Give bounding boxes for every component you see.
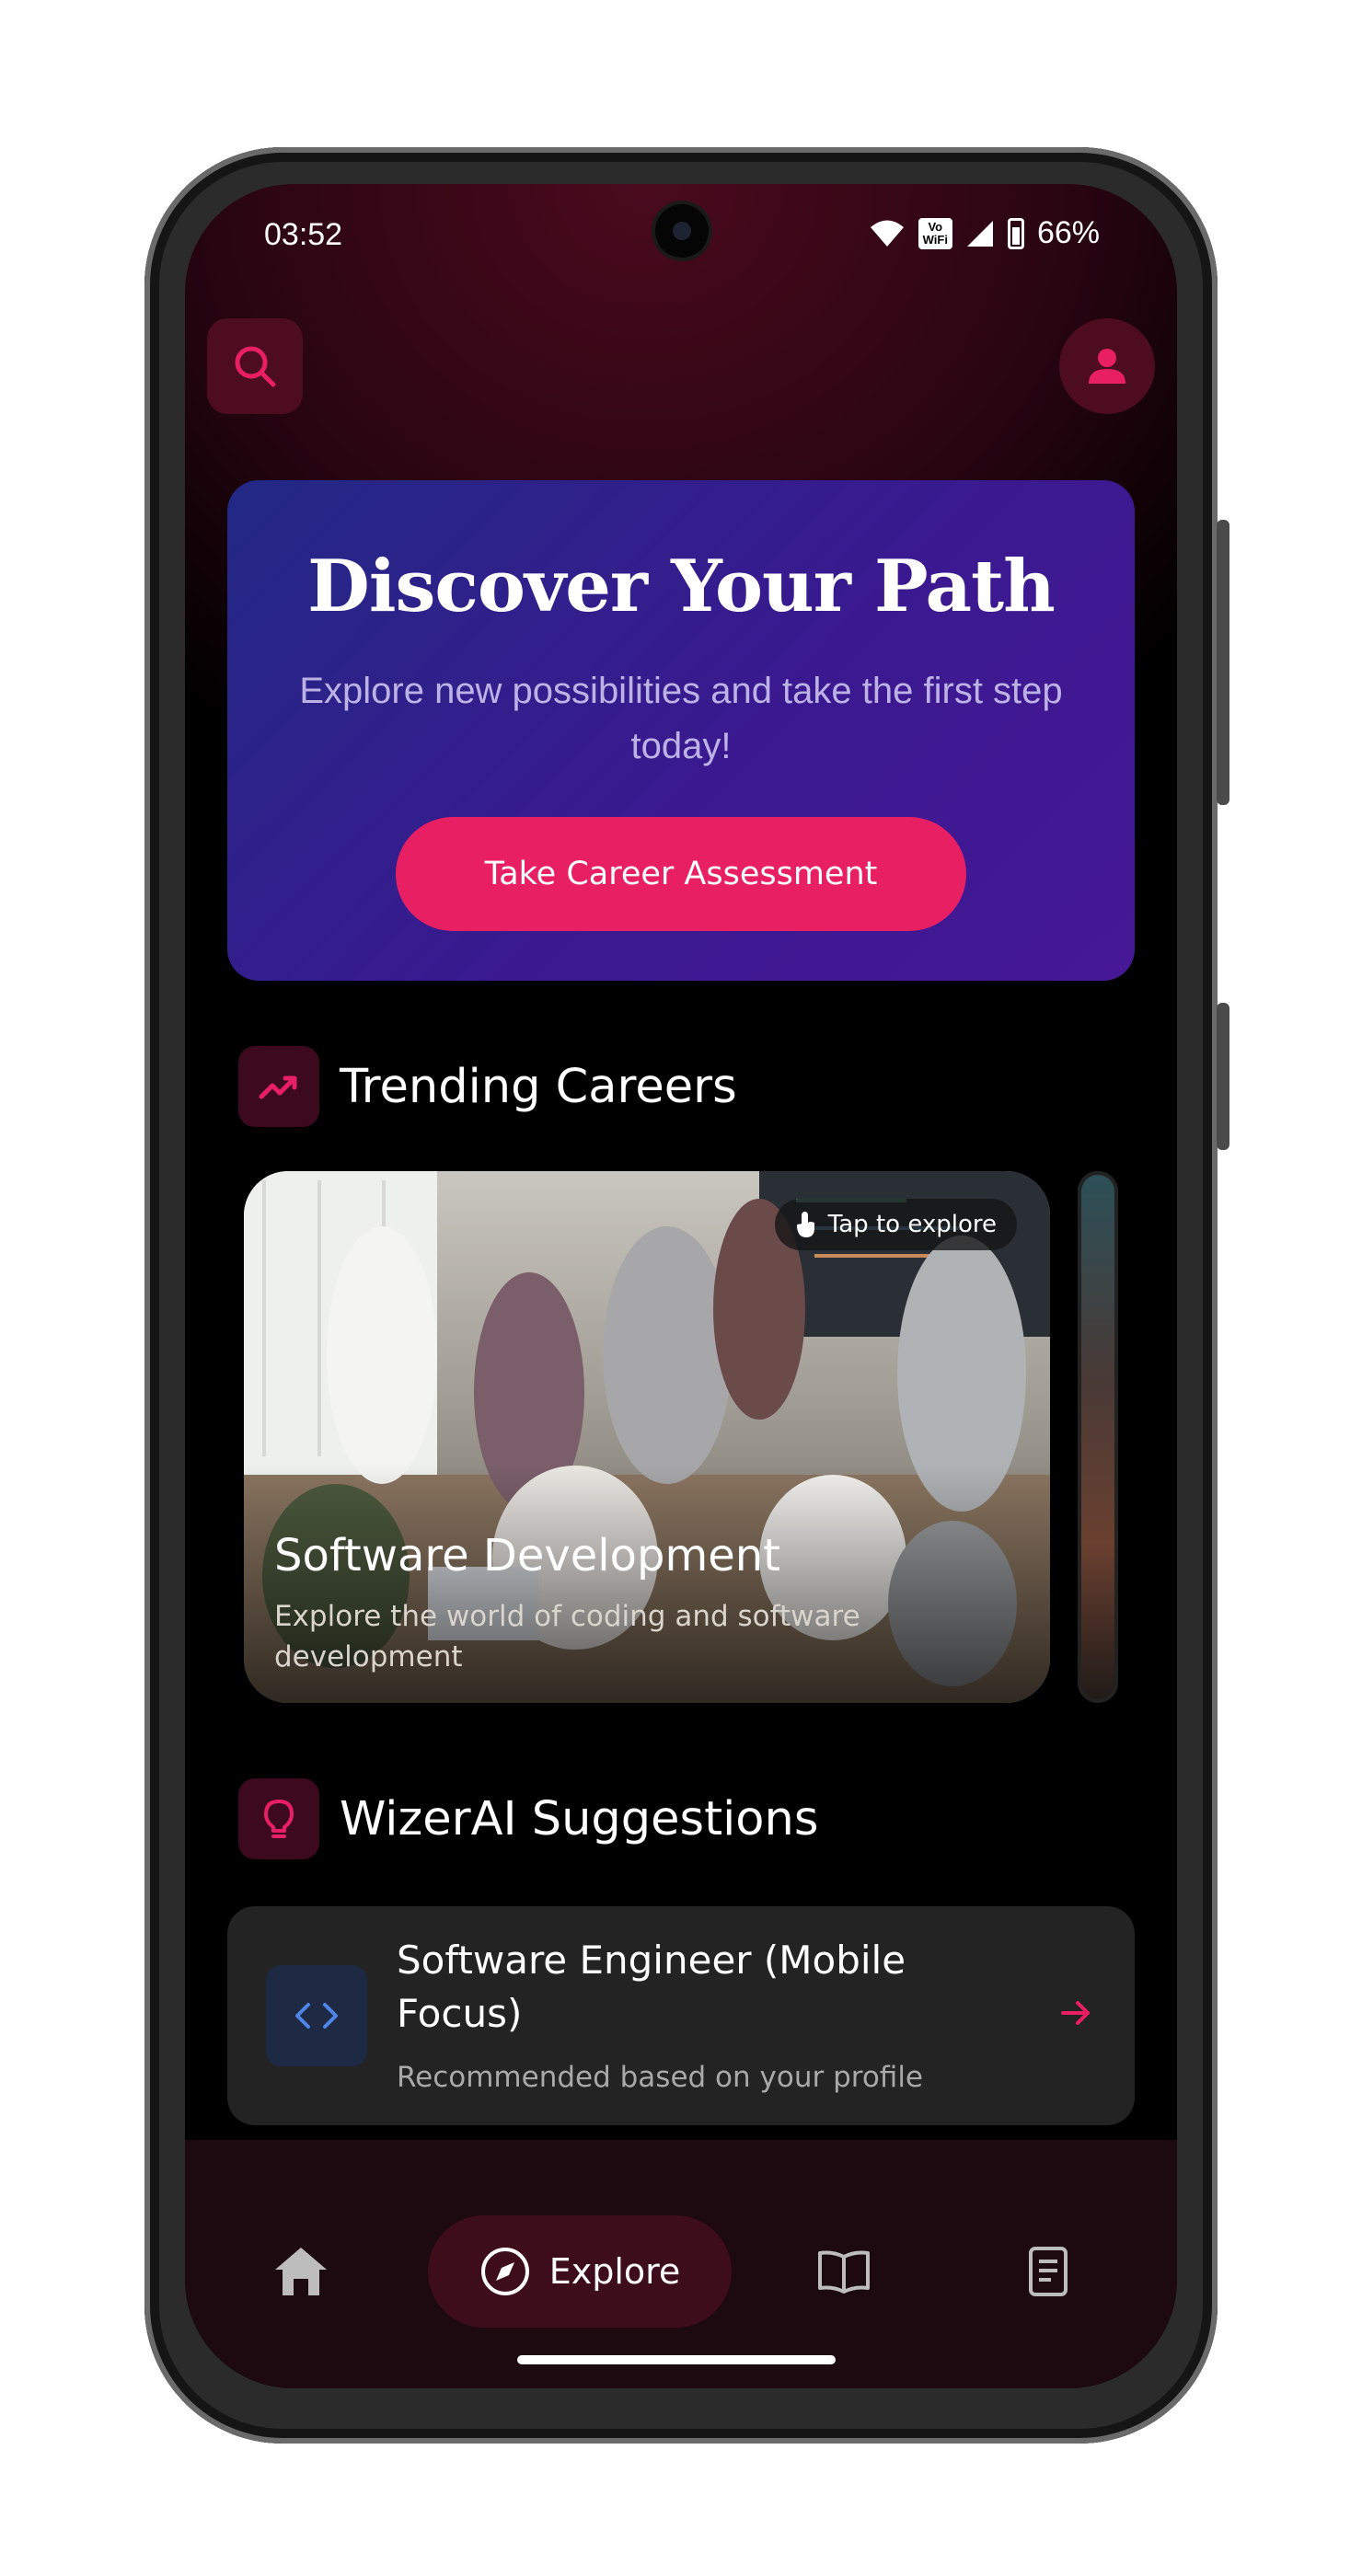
- career-assessment-button[interactable]: Take Career Assessment: [396, 817, 966, 931]
- document-icon: [1029, 2247, 1068, 2296]
- volume-button: [1217, 1003, 1229, 1150]
- lightbulb-icon: [264, 1800, 294, 1838]
- suggestion-title: Software Engineer (Mobile Focus): [397, 1938, 906, 2036]
- next-career-card[interactable]: [1078, 1171, 1118, 1703]
- tap-to-explore-hint: Tap to explore: [774, 1199, 1017, 1250]
- book-icon: [818, 2250, 870, 2294]
- career-card[interactable]: Tap to explore Software Development Expl…: [244, 1171, 1050, 1703]
- suggestion-icon-box: [266, 1965, 367, 2066]
- suggestion-card[interactable]: Software Engineer (Mobile Focus) Recomme…: [227, 1906, 1135, 2125]
- trending-header: Trending Careers: [238, 1046, 737, 1127]
- battery-level: 66%: [1036, 215, 1100, 250]
- hero-title: Discover Your Path: [307, 545, 1056, 628]
- status-bar: 03:52 Vo WiFi 66%: [185, 184, 1177, 294]
- trending-up-icon: [259, 1075, 297, 1099]
- bottom-navigation: Explore: [185, 2140, 1177, 2388]
- trending-title: Trending Careers: [340, 1059, 737, 1114]
- nav-explore[interactable]: Explore: [428, 2215, 732, 2328]
- suggestions-icon-box: [238, 1778, 319, 1859]
- nav-home[interactable]: [255, 2215, 347, 2328]
- status-icons: Vo WiFi 66%: [869, 215, 1100, 251]
- search-icon: [235, 346, 276, 387]
- arrow-right-icon: [1061, 2001, 1090, 2025]
- power-button: [1217, 520, 1229, 805]
- career-description: Explore the world of coding and software…: [274, 1600, 860, 1673]
- profile-button[interactable]: [1059, 318, 1155, 414]
- tap-icon: [796, 1212, 814, 1237]
- compass-icon: [480, 2248, 529, 2295]
- hero-subtitle: Explore new possibilities and take the f…: [299, 671, 1063, 766]
- code-icon: [295, 2003, 338, 2029]
- phone-screen: 03:52 Vo WiFi 66% Discover Your Path Expl…: [185, 184, 1177, 2388]
- profile-icon: [1089, 349, 1125, 384]
- nav-library[interactable]: [798, 2215, 890, 2328]
- vowifi-badge: Vo WiFi: [918, 217, 952, 249]
- suggestions-title: WizerAI Suggestions: [340, 1791, 819, 1846]
- career-title: Software Development: [274, 1530, 780, 1581]
- hero-banner: Discover Your Path Explore new possibili…: [227, 480, 1135, 981]
- home-indicator[interactable]: [517, 2355, 836, 2364]
- signal-icon: [966, 220, 993, 247]
- wifi-icon: [870, 220, 904, 247]
- tap-hint-label: Tap to explore: [827, 1211, 997, 1238]
- suggestion-subtitle: Recommended based on your profile: [397, 2061, 924, 2094]
- search-button[interactable]: [207, 318, 303, 414]
- trending-icon-box: [238, 1046, 319, 1127]
- status-time: 03:52: [264, 217, 343, 252]
- battery-icon: [1007, 217, 1024, 249]
- suggestions-header: WizerAI Suggestions: [238, 1778, 818, 1859]
- home-icon: [275, 2248, 327, 2295]
- front-camera: [655, 204, 709, 258]
- nav-explore-label: Explore: [548, 2251, 681, 2292]
- nav-documents[interactable]: [1002, 2215, 1094, 2328]
